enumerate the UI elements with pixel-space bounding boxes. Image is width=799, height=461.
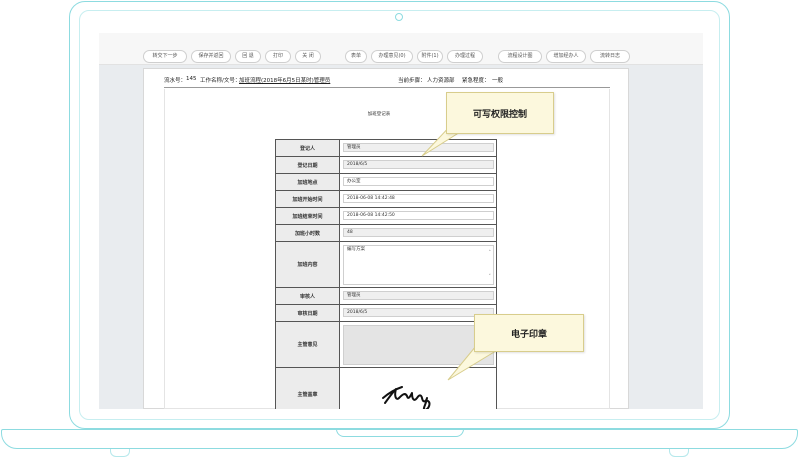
start-time-label: 加班开始时间 xyxy=(276,191,340,207)
screen: 转交下一步 保存并返回 回 退 打印 关 闭 表单 办理意见(0) 附件(1) … xyxy=(99,33,703,409)
add-handler-button[interactable]: 增加经办人 xyxy=(546,50,586,63)
opinions-button[interactable]: 办理意见(0) xyxy=(371,50,413,63)
attachments-button[interactable]: 附件(1) xyxy=(417,50,443,63)
review-date-field[interactable]: 2018/6/5 xyxy=(343,308,494,317)
toolbar: 转交下一步 保存并返回 回 退 打印 关 闭 表单 办理意见(0) 附件(1) … xyxy=(99,33,703,65)
scroll-down-icon[interactable]: ˅ xyxy=(489,273,492,281)
work-name-label: 工作名称/文号： xyxy=(200,78,241,84)
reviewer-field[interactable]: 管理员 xyxy=(343,291,494,300)
location-field[interactable]: 办公室 xyxy=(343,177,494,186)
hours-field[interactable]: 48 xyxy=(343,228,494,237)
work-name: 加班流程(2018年6月5日某时)管理员 xyxy=(239,78,331,84)
table-row: 加班地点 办公室 xyxy=(276,174,496,191)
handwritten-signature xyxy=(382,386,431,409)
flow-design-button[interactable]: 流程设计图 xyxy=(498,50,542,63)
laptop-foot-left xyxy=(110,449,130,457)
flow-no: 145 xyxy=(186,76,197,82)
manager-seal-label: 主管盖章 xyxy=(276,368,340,409)
print-button[interactable]: 打印 xyxy=(265,50,291,63)
form-button[interactable]: 表单 xyxy=(345,50,367,63)
start-time-field[interactable]: 2018-06-08 14:42:48 xyxy=(343,194,494,203)
table-row: 加班结束时间 2018-06-08 14:42:50 xyxy=(276,208,496,225)
end-time-field[interactable]: 2018-06-08 14:42:50 xyxy=(343,211,494,220)
urgency-label: 紧急程度： xyxy=(462,78,490,84)
hours-label: 加班小时数 xyxy=(276,225,340,241)
end-time-label: 加班结束时间 xyxy=(276,208,340,224)
table-row: 审核人 管理员 xyxy=(276,288,496,305)
table-row: 加班开始时间 2018-06-08 14:42:48 xyxy=(276,191,496,208)
location-label: 加班地点 xyxy=(276,174,340,190)
camera-icon xyxy=(395,13,403,21)
register-date-label: 登记日期 xyxy=(276,157,340,173)
reviewer-label: 审核人 xyxy=(276,288,340,304)
seal-callout: 电子印章 xyxy=(474,314,584,352)
process-button[interactable]: 办理过程 xyxy=(447,50,483,63)
divider xyxy=(164,87,610,88)
scroll-up-icon[interactable]: ˄ xyxy=(489,249,492,257)
flow-no-label: 流水号： xyxy=(164,78,187,84)
current-step: 人力资源部 xyxy=(427,78,455,84)
rollback-button[interactable]: 回 退 xyxy=(235,50,261,63)
content-text: 编写方案 xyxy=(347,247,365,252)
form-title: 加班登记表 xyxy=(367,112,391,117)
register-date-field[interactable]: 2018/6/5 xyxy=(343,160,494,169)
content-textarea[interactable]: 编写方案 ˄ ˅ xyxy=(343,245,494,285)
next-step-button[interactable]: 转交下一步 xyxy=(143,50,187,63)
table-row: 审核日期 2018/6/5 xyxy=(276,305,496,322)
content-label: 加班内容 xyxy=(276,242,340,287)
permission-callout-text: 可写权限控制 xyxy=(472,109,527,120)
manager-opinion-label: 主管意见 xyxy=(276,322,340,367)
laptop-foot-right xyxy=(669,449,689,457)
flow-log-button[interactable]: 流转日志 xyxy=(590,50,630,63)
permission-callout: 可写权限控制 xyxy=(446,92,554,134)
save-return-button[interactable]: 保存并返回 xyxy=(191,50,231,63)
urgency: 一般 xyxy=(492,78,504,84)
work-info-bar: 流水号： 145 工作名称/文号： 加班流程(2018年6月5日某时)管理员 当… xyxy=(164,76,610,86)
laptop-notch xyxy=(336,429,464,437)
close-button[interactable]: 关 闭 xyxy=(295,50,321,63)
table-row: 加班内容 编写方案 ˄ ˅ xyxy=(276,242,496,288)
table-row: 加班小时数 48 xyxy=(276,225,496,242)
review-date-label: 审核日期 xyxy=(276,305,340,321)
registrant-label: 登记人 xyxy=(276,140,340,156)
step-label: 当前步骤： xyxy=(398,78,426,84)
seal-callout-text: 电子印章 xyxy=(510,329,547,340)
